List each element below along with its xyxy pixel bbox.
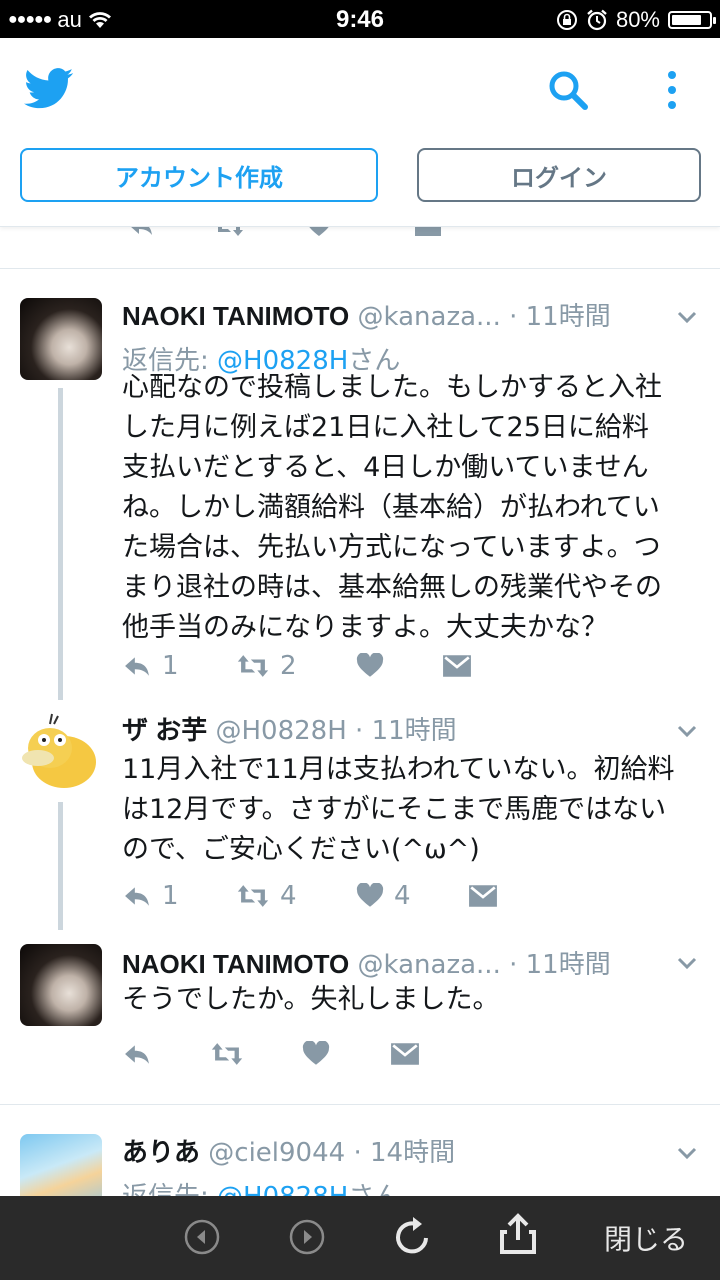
previous-tweet-actions [0,214,720,269]
chevron-down-icon[interactable] [676,952,698,974]
close-button[interactable]: 閉じる [604,1218,688,1258]
retweet-button[interactable] [210,1036,254,1072]
chevron-down-icon[interactable] [676,306,698,328]
separator: · [355,716,364,746]
like-button[interactable] [356,648,394,684]
tweet-header: NAOKI TANIMOTO @kanaza... · 11時間 [122,296,660,333]
tweet[interactable]: NAOKI TANIMOTO @kanaza... · 11時間 返信先: @H… [0,270,720,700]
message-button[interactable] [390,1036,420,1072]
heart-icon [302,1041,330,1065]
retweet-icon [237,885,269,907]
timestamp[interactable]: 11時間 [372,716,457,746]
direct-message-icon [443,655,471,677]
alarm-icon [587,9,607,31]
chevron-down-icon[interactable] [676,720,698,742]
retweet-icon [211,1043,243,1065]
battery-icon [668,11,716,29]
like-button[interactable]: 4 [356,878,411,914]
timestamp[interactable]: 11時間 [526,950,611,980]
tweet[interactable]: ありあ @ciel9044 · 14時間 返信先: @H0828Hさん [0,1106,720,1196]
reply-icon [125,1045,149,1064]
reload-icon[interactable] [392,1214,434,1258]
avatar[interactable] [20,944,102,1026]
tweet-actions: 1 4 4 [122,878,682,914]
author-name[interactable]: NAOKI TANIMOTO [122,301,349,331]
avatar[interactable] [20,710,102,792]
retweet-button[interactable]: 4 [236,878,297,914]
reply-button[interactable]: 1 [122,878,179,914]
timestamp[interactable]: 11時間 [526,302,611,332]
message-button[interactable] [468,878,498,914]
tweet-header: ザ お芋 @H0828H · 11時間 [122,710,660,747]
tweet-actions: 1 2 [122,648,682,684]
direct-message-icon [391,1043,419,1065]
retweet-count: 4 [280,881,297,911]
browser-toolbar: 閉じる [0,1196,720,1280]
reply-context: 返信先: @H0828Hさん [122,1176,400,1196]
reply-button[interactable]: 1 [122,648,179,684]
chevron-down-icon[interactable] [676,1142,698,1164]
avatar[interactable] [20,1134,102,1196]
retweet-count: 2 [280,651,297,681]
separator: · [509,950,518,980]
heart-icon [356,883,384,907]
retweet-icon [237,655,269,677]
tweet-header: NAOKI TANIMOTO @kanaza... · 11時間 [122,944,660,981]
rotation-lock-icon [556,10,577,30]
twitter-bird-icon[interactable] [24,68,74,110]
back-icon[interactable] [183,1218,221,1256]
tweet-header: ありあ @ciel9044 · 14時間 [122,1132,660,1169]
timestamp[interactable]: 14時間 [370,1138,455,1168]
author-handle[interactable]: @ciel9044 [208,1138,345,1168]
tweet[interactable]: NAOKI TANIMOTO @kanaza... · 11時間 そうでしたか。… [0,930,720,1100]
reply-count: 1 [162,881,179,911]
author-name[interactable]: ありあ [122,1137,200,1167]
avatar[interactable] [20,298,102,380]
reply-prefix: 返信先: [122,1182,217,1196]
battery-percent: 80% [615,7,660,32]
forward-icon[interactable] [288,1218,326,1256]
signup-button[interactable]: アカウント作成 [20,148,378,202]
like-button[interactable] [302,1036,340,1072]
reply-icon [125,887,149,906]
author-name[interactable]: NAOKI TANIMOTO [122,949,349,979]
top-bar: アカウント作成 ログイン [0,38,720,227]
share-icon[interactable] [498,1212,538,1256]
heart-icon [356,653,384,677]
tweet-text: 11月入社で11月は支払われていない。初給料 は12月です。さすがにそこまで馬鹿… [122,754,675,865]
reply-button[interactable] [122,1036,162,1072]
tweet-text: そうでしたか。失礼しました。 [122,984,500,1015]
search-icon[interactable] [546,68,590,112]
author-name[interactable]: ザ お芋 [122,715,207,745]
reply-count: 1 [162,651,179,681]
more-vertical-icon[interactable] [664,70,680,110]
thread-line [58,388,63,700]
retweet-button[interactable]: 2 [236,648,297,684]
separator: · [509,302,518,332]
duck-avatar-icon [22,713,96,788]
separator: · [353,1138,362,1168]
tweet-text: 心配なので投稿しました。もしかすると入社 した月に例えば21日に入社して25日に… [122,372,662,643]
message-button[interactable] [442,648,472,684]
reply-mention[interactable]: @H0828H [217,1182,348,1196]
thread-line [58,802,63,930]
author-handle[interactable]: @kanaza... [358,302,501,332]
author-handle[interactable]: @H0828H [216,716,347,746]
like-count: 4 [394,881,411,911]
direct-message-icon [469,885,497,907]
author-handle[interactable]: @kanaza... [358,950,501,980]
login-button[interactable]: ログイン [417,148,701,202]
tweet-actions [122,1036,682,1072]
tweet-divider [0,1104,720,1105]
status-bar: ●●●●● au 9:46 80% [0,0,720,38]
reply-icon [125,657,149,676]
reply-suffix: さん [348,1182,400,1196]
tweet[interactable]: ザ お芋 @H0828H · 11時間 11月入社で11月は支払われていない。初… [0,700,720,930]
